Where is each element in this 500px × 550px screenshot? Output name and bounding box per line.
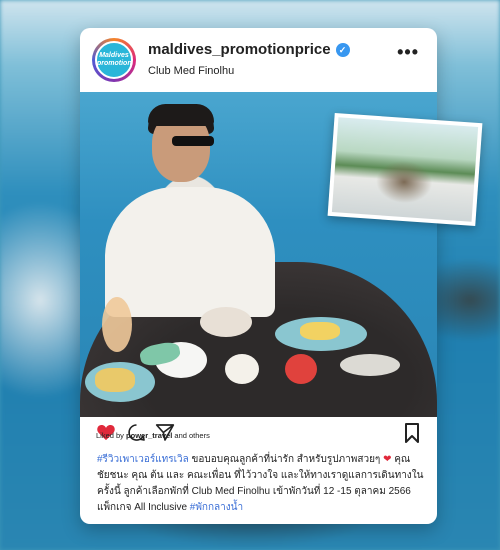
liked-by-user[interactable]: power_travel	[126, 431, 172, 440]
inset-photo[interactable]	[327, 112, 483, 227]
verified-badge-icon: ✓	[335, 42, 350, 57]
caption-hashtag-stay[interactable]: #พักกลางน้ำ	[190, 502, 243, 513]
liked-by-text: Liked by power_travel and others	[96, 431, 210, 440]
avatar-logo-line2: promotion	[97, 60, 132, 67]
username-row: maldives_promotionprice ✓	[148, 41, 350, 58]
bookmark-icon[interactable]	[404, 423, 420, 443]
liked-by-suffix: and others	[174, 431, 210, 440]
instagram-post-card: Maldives promotion maldives_promotionpri…	[80, 28, 483, 524]
red-juice-glass	[285, 354, 317, 384]
food-eggs	[300, 322, 340, 340]
sunglasses	[172, 136, 214, 146]
inset-resort-image	[331, 117, 479, 222]
avatar-logo: Maldives promotion	[95, 41, 133, 79]
username[interactable]: maldives_promotionprice	[148, 41, 331, 58]
more-options-icon[interactable]: •••	[397, 42, 419, 63]
caption-hashtag-review[interactable]: #รีวิวเพาเวอร์แทรเวิล	[97, 454, 189, 465]
bread-basket	[200, 307, 252, 337]
avatar[interactable]: Maldives promotion	[92, 38, 136, 82]
coffee-cup	[225, 354, 259, 384]
post-header: Maldives promotion maldives_promotionpri…	[80, 28, 437, 92]
location[interactable]: Club Med Finolhu	[148, 65, 234, 77]
avatar-logo-line1: Maldives	[99, 52, 129, 59]
caption-text-thanks: ขอบอบคุณลูกค้าที่น่ารัก สำหรับรูปภาพสวยๆ	[188, 454, 384, 465]
drink-glass	[102, 297, 132, 352]
napkin-plate	[340, 354, 400, 376]
person-shirt	[105, 187, 275, 317]
post-caption: #รีวิวเพาเวอร์แทรเวิล ขอบอบคุณลูกค้าที่น…	[97, 452, 427, 516]
food-omelette	[95, 368, 135, 392]
person-hair-top	[148, 104, 214, 126]
liked-by-prefix: Liked by	[96, 431, 124, 440]
